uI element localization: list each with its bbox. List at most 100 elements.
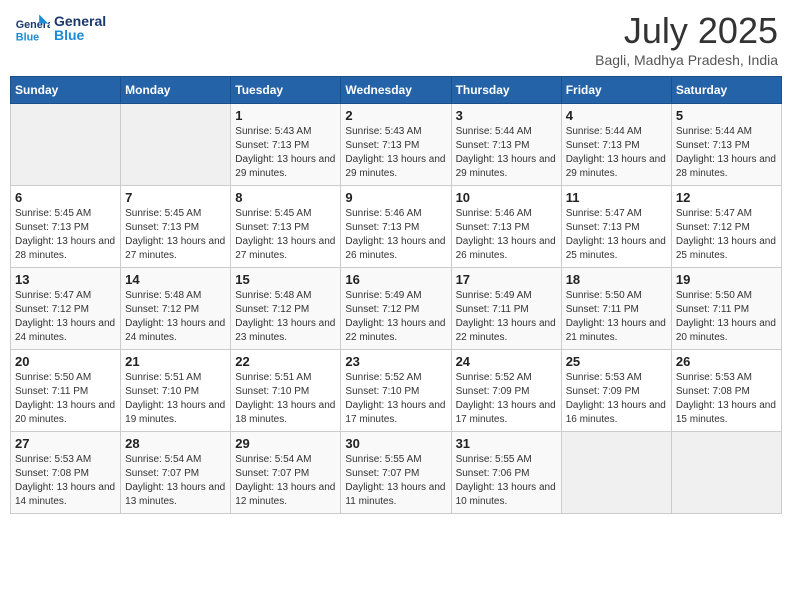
day-number: 2 xyxy=(345,108,446,123)
calendar-cell: 13 Sunrise: 5:47 AMSunset: 7:12 PMDayligh… xyxy=(11,268,121,350)
day-header-monday: Monday xyxy=(121,77,231,104)
logo-icon: General Blue xyxy=(14,10,50,46)
day-info: Sunrise: 5:50 AMSunset: 7:11 PMDaylight:… xyxy=(676,289,777,345)
calendar-table: SundayMondayTuesdayWednesdayThursdayFrid… xyxy=(10,76,782,514)
day-number: 24 xyxy=(456,354,557,369)
calendar-cell: 25 Sunrise: 5:53 AMSunset: 7:09 PMDayligh… xyxy=(561,350,671,432)
day-number: 3 xyxy=(456,108,557,123)
calendar-cell: 21Sunrise: 5:51 AMSunset: 7:10 PMDayligh… xyxy=(121,350,231,432)
calendar-cell: 3 Sunrise: 5:44 AMSunset: 7:13 PMDaylight… xyxy=(451,104,561,186)
day-info: Sunrise: 5:48 AMSunset: 7:12 PMDaylight:… xyxy=(125,289,226,345)
day-number: 26 xyxy=(676,354,777,369)
day-info: Sunrise: 5:44 AMSunset: 7:13 PMDaylight:… xyxy=(456,125,557,181)
calendar-cell: 26 Sunrise: 5:53 AMSunset: 7:08 PMDayligh… xyxy=(671,350,781,432)
title-block: July 2025 Bagli, Madhya Pradesh, India xyxy=(595,10,778,68)
day-info: Sunrise: 5:53 AMSunset: 7:09 PMDaylight:… xyxy=(566,371,667,427)
calendar-cell xyxy=(561,432,671,514)
day-number: 22 xyxy=(235,354,336,369)
day-number: 18 xyxy=(566,272,667,287)
calendar-cell: 15 Sunrise: 5:48 AMSunset: 7:12 PMDayligh… xyxy=(231,268,341,350)
calendar-week-3: 20 Sunrise: 5:50 AMSunset: 7:11 PMDayligh… xyxy=(11,350,782,432)
location: Bagli, Madhya Pradesh, India xyxy=(595,52,778,68)
calendar-cell: 27 Sunrise: 5:53 AMSunset: 7:08 PMDayligh… xyxy=(11,432,121,514)
day-info: Sunrise: 5:43 AMSunset: 7:13 PMDaylight:… xyxy=(345,125,446,181)
day-number: 7 xyxy=(125,190,226,205)
day-info: Sunrise: 5:46 AMSunset: 7:13 PMDaylight:… xyxy=(345,207,446,263)
day-number: 19 xyxy=(676,272,777,287)
day-info: Sunrise: 5:54 AMSunset: 7:07 PMDaylight:… xyxy=(125,453,226,509)
calendar-cell: 9 Sunrise: 5:46 AMSunset: 7:13 PMDaylight… xyxy=(341,186,451,268)
calendar-cell: 18Sunrise: 5:50 AMSunset: 7:11 PMDayligh… xyxy=(561,268,671,350)
day-number: 10 xyxy=(456,190,557,205)
day-number: 1 xyxy=(235,108,336,123)
calendar-cell: 5Sunrise: 5:44 AMSunset: 7:13 PMDaylight… xyxy=(671,104,781,186)
calendar-week-4: 27 Sunrise: 5:53 AMSunset: 7:08 PMDayligh… xyxy=(11,432,782,514)
page-header: General Blue General Blue July 2025 Bagl… xyxy=(10,10,782,68)
day-header-friday: Friday xyxy=(561,77,671,104)
calendar-cell: 24Sunrise: 5:52 AMSunset: 7:09 PMDayligh… xyxy=(451,350,561,432)
day-info: Sunrise: 5:51 AMSunset: 7:10 PMDaylight:… xyxy=(235,371,336,427)
day-number: 6 xyxy=(15,190,116,205)
day-info: Sunrise: 5:50 AMSunset: 7:11 PMDaylight:… xyxy=(15,371,116,427)
day-number: 4 xyxy=(566,108,667,123)
day-number: 21 xyxy=(125,354,226,369)
day-number: 30 xyxy=(345,436,446,451)
day-info: Sunrise: 5:55 AMSunset: 7:07 PMDaylight:… xyxy=(345,453,446,509)
calendar-cell: 19 Sunrise: 5:50 AMSunset: 7:11 PMDayligh… xyxy=(671,268,781,350)
day-number: 28 xyxy=(125,436,226,451)
calendar-cell: 1 Sunrise: 5:43 AMSunset: 7:13 PMDaylight… xyxy=(231,104,341,186)
calendar-cell xyxy=(11,104,121,186)
day-info: Sunrise: 5:55 AMSunset: 7:06 PMDaylight:… xyxy=(456,453,557,509)
day-number: 29 xyxy=(235,436,336,451)
day-info: Sunrise: 5:53 AMSunset: 7:08 PMDaylight:… xyxy=(15,453,116,509)
calendar-body: 1 Sunrise: 5:43 AMSunset: 7:13 PMDaylight… xyxy=(11,104,782,514)
month-title: July 2025 xyxy=(595,10,778,52)
calendar-cell: 23Sunrise: 5:52 AMSunset: 7:10 PMDayligh… xyxy=(341,350,451,432)
day-number: 15 xyxy=(235,272,336,287)
day-info: Sunrise: 5:47 AMSunset: 7:13 PMDaylight:… xyxy=(566,207,667,263)
svg-text:Blue: Blue xyxy=(16,32,39,44)
day-info: Sunrise: 5:53 AMSunset: 7:08 PMDaylight:… xyxy=(676,371,777,427)
calendar-cell: 14 Sunrise: 5:48 AMSunset: 7:12 PMDayligh… xyxy=(121,268,231,350)
day-number: 23 xyxy=(345,354,446,369)
day-number: 9 xyxy=(345,190,446,205)
calendar-cell: 16Sunrise: 5:49 AMSunset: 7:12 PMDayligh… xyxy=(341,268,451,350)
day-number: 17 xyxy=(456,272,557,287)
day-info: Sunrise: 5:45 AMSunset: 7:13 PMDaylight:… xyxy=(235,207,336,263)
calendar-cell: 29Sunrise: 5:54 AMSunset: 7:07 PMDayligh… xyxy=(231,432,341,514)
day-info: Sunrise: 5:47 AMSunset: 7:12 PMDaylight:… xyxy=(15,289,116,345)
day-info: Sunrise: 5:45 AMSunset: 7:13 PMDaylight:… xyxy=(15,207,116,263)
day-info: Sunrise: 5:44 AMSunset: 7:13 PMDaylight:… xyxy=(676,125,777,181)
day-number: 13 xyxy=(15,272,116,287)
calendar-header-row: SundayMondayTuesdayWednesdayThursdayFrid… xyxy=(11,77,782,104)
day-number: 16 xyxy=(345,272,446,287)
calendar-week-0: 1 Sunrise: 5:43 AMSunset: 7:13 PMDaylight… xyxy=(11,104,782,186)
day-info: Sunrise: 5:43 AMSunset: 7:13 PMDaylight:… xyxy=(235,125,336,181)
calendar-cell: 6 Sunrise: 5:45 AMSunset: 7:13 PMDaylight… xyxy=(11,186,121,268)
day-info: Sunrise: 5:48 AMSunset: 7:12 PMDaylight:… xyxy=(235,289,336,345)
calendar-cell: 10Sunrise: 5:46 AMSunset: 7:13 PMDayligh… xyxy=(451,186,561,268)
day-header-saturday: Saturday xyxy=(671,77,781,104)
calendar-cell: 4 Sunrise: 5:44 AMSunset: 7:13 PMDaylight… xyxy=(561,104,671,186)
day-number: 20 xyxy=(15,354,116,369)
day-header-wednesday: Wednesday xyxy=(341,77,451,104)
day-number: 31 xyxy=(456,436,557,451)
calendar-cell: 28 Sunrise: 5:54 AMSunset: 7:07 PMDayligh… xyxy=(121,432,231,514)
day-number: 11 xyxy=(566,190,667,205)
day-header-tuesday: Tuesday xyxy=(231,77,341,104)
day-number: 27 xyxy=(15,436,116,451)
calendar-cell: 2 Sunrise: 5:43 AMSunset: 7:13 PMDaylight… xyxy=(341,104,451,186)
calendar-cell: 8 Sunrise: 5:45 AMSunset: 7:13 PMDaylight… xyxy=(231,186,341,268)
day-number: 25 xyxy=(566,354,667,369)
calendar-cell: 7Sunrise: 5:45 AMSunset: 7:13 PMDaylight… xyxy=(121,186,231,268)
day-number: 8 xyxy=(235,190,336,205)
calendar-cell: 30 Sunrise: 5:55 AMSunset: 7:07 PMDayligh… xyxy=(341,432,451,514)
logo: General Blue General Blue xyxy=(14,10,106,46)
calendar-cell: 22 Sunrise: 5:51 AMSunset: 7:10 PMDayligh… xyxy=(231,350,341,432)
day-info: Sunrise: 5:44 AMSunset: 7:13 PMDaylight:… xyxy=(566,125,667,181)
calendar-cell: 12Sunrise: 5:47 AMSunset: 7:12 PMDayligh… xyxy=(671,186,781,268)
day-number: 14 xyxy=(125,272,226,287)
day-number: 12 xyxy=(676,190,777,205)
day-info: Sunrise: 5:49 AMSunset: 7:11 PMDaylight:… xyxy=(456,289,557,345)
calendar-week-1: 6 Sunrise: 5:45 AMSunset: 7:13 PMDaylight… xyxy=(11,186,782,268)
